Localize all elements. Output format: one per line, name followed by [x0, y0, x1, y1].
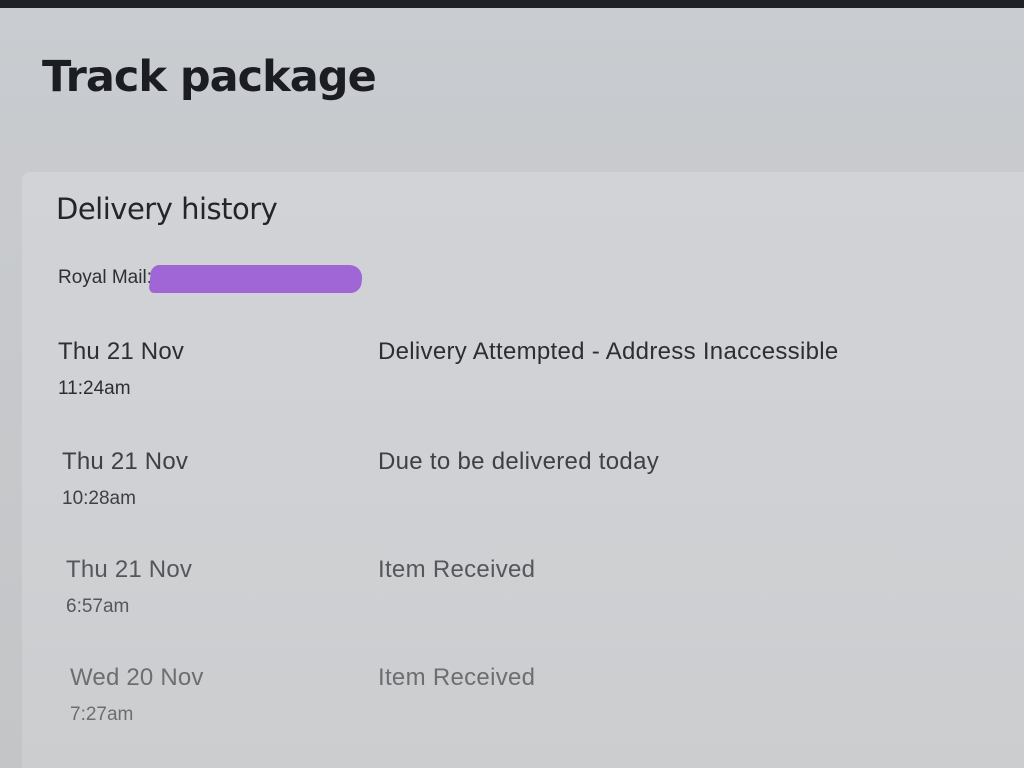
carrier-line: Royal Mail: [58, 263, 364, 293]
event-date: Wed 20 Nov [70, 664, 204, 691]
tracking-event: Thu 21 Nov 6:57am Item Received [66, 556, 1006, 636]
window-top-edge [0, 0, 1024, 8]
delivery-history-heading: Delivery history [56, 192, 278, 226]
page-title: Track package [42, 52, 377, 102]
tracking-number-redaction [148, 265, 364, 293]
event-status: Delivery Attempted - Address Inaccessibl… [378, 338, 839, 365]
event-status: Item Received [378, 556, 536, 583]
event-date: Thu 21 Nov [58, 338, 185, 365]
event-time: 11:24am [58, 378, 131, 399]
event-time: 10:28am [62, 488, 136, 509]
event-status: Due to be delivered today [378, 448, 660, 475]
event-time: 6:57am [66, 596, 130, 617]
delivery-history-panel: Delivery history Royal Mail: Thu 21 Nov … [22, 172, 1024, 768]
tracking-event: Thu 21 Nov 10:28am Due to be delivered t… [62, 448, 1002, 528]
event-status: Item Received [378, 664, 536, 691]
tracking-event: Thu 21 Nov 11:24am Delivery Attempted - … [58, 338, 998, 418]
event-date: Thu 21 Nov [66, 556, 193, 583]
tracking-event: Wed 20 Nov 7:27am Item Received [70, 664, 1010, 744]
event-date: Thu 21 Nov [62, 448, 189, 475]
event-time: 7:27am [70, 704, 134, 725]
carrier-label: Royal Mail: [58, 267, 152, 288]
